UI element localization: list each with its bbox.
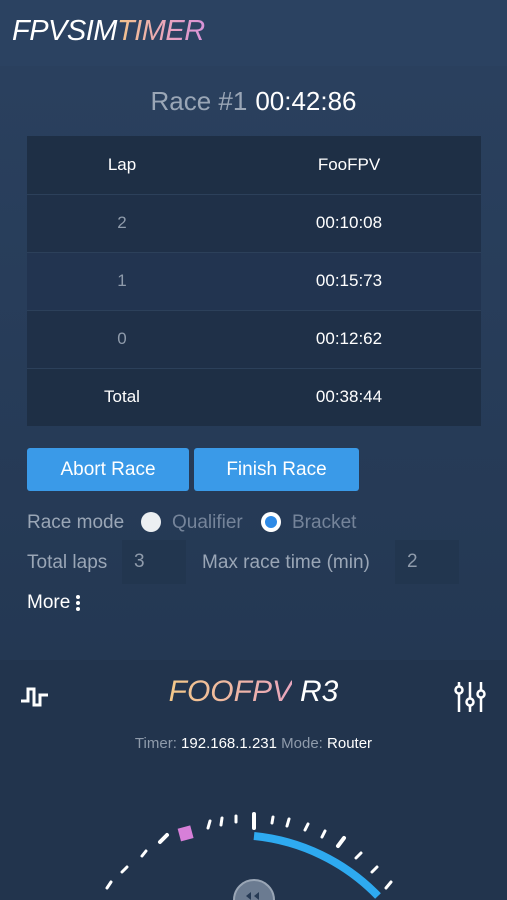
- table-row: 0 00:12:62: [27, 310, 481, 368]
- lap-number: 2: [117, 213, 127, 232]
- race-mode-label: Race mode: [27, 512, 125, 533]
- lap-time: 00:10:08: [315, 213, 383, 232]
- timer-label: Timer:: [134, 735, 177, 752]
- app-title-part1: FPVSIM: [12, 15, 117, 47]
- device-name-part1: FOOFPV: [168, 675, 292, 708]
- mode-value: Router: [327, 735, 373, 752]
- total-label: Total: [104, 387, 140, 407]
- more-button[interactable]: More: [27, 592, 82, 614]
- abort-race-button[interactable]: Abort Race: [27, 448, 189, 491]
- device-name-part2: R3: [299, 675, 339, 708]
- timer-ip: 192.168.1.231: [181, 735, 277, 752]
- max-race-time-label: Max race time (min): [202, 552, 370, 573]
- lap-number: 1: [117, 271, 127, 290]
- lap-table: Lap FooFPV 2 00:10:08 1 00:15:73 0 00:12…: [27, 136, 481, 426]
- qualifier-label[interactable]: Qualifier: [172, 512, 243, 534]
- lap-number: 0: [117, 329, 127, 348]
- lap-table-header: Lap FooFPV: [27, 136, 481, 194]
- lap-time: 00:12:62: [315, 329, 383, 348]
- total-time: 00:38:44: [315, 387, 383, 407]
- gauge-ticks: [105, 812, 393, 890]
- app-title: FPVSIMTIMER: [12, 15, 205, 48]
- gauge-marker: [177, 825, 194, 842]
- app-header: FPVSIMTIMER: [0, 0, 507, 66]
- bracket-radio[interactable]: [261, 512, 281, 532]
- qualifier-radio[interactable]: [141, 512, 161, 532]
- total-laps-input[interactable]: [122, 540, 186, 584]
- total-laps-label: Total laps: [27, 552, 108, 573]
- app-title-part2: TIMER: [116, 15, 205, 47]
- total-row: Total 00:38:44: [27, 368, 481, 426]
- finish-race-button[interactable]: Finish Race: [194, 448, 359, 491]
- table-row: 2 00:10:08: [27, 194, 481, 252]
- sliders-icon[interactable]: [453, 680, 487, 714]
- table-row: 1 00:15:73: [27, 252, 481, 310]
- device-info: Timer: 192.168.1.231 Mode: Router: [0, 735, 507, 752]
- pilot-column-header: FooFPV: [317, 154, 381, 174]
- race-elapsed-time: 00:42:86: [255, 86, 357, 116]
- lap-time: 00:15:73: [315, 271, 383, 290]
- gauge-hub: [233, 879, 275, 900]
- lap-column-header: Lap: [107, 154, 137, 174]
- race-heading: Race #1 00:42:86: [0, 86, 507, 117]
- max-race-time-input[interactable]: [395, 540, 459, 584]
- more-vertical-icon: [76, 593, 82, 613]
- device-name: FOOFPV R3: [0, 675, 507, 709]
- mode-label: Mode:: [281, 735, 323, 752]
- gauge-arc: [253, 832, 381, 899]
- more-label: More: [27, 592, 71, 613]
- race-label: Race #1: [150, 86, 248, 116]
- bracket-label[interactable]: Bracket: [292, 512, 356, 534]
